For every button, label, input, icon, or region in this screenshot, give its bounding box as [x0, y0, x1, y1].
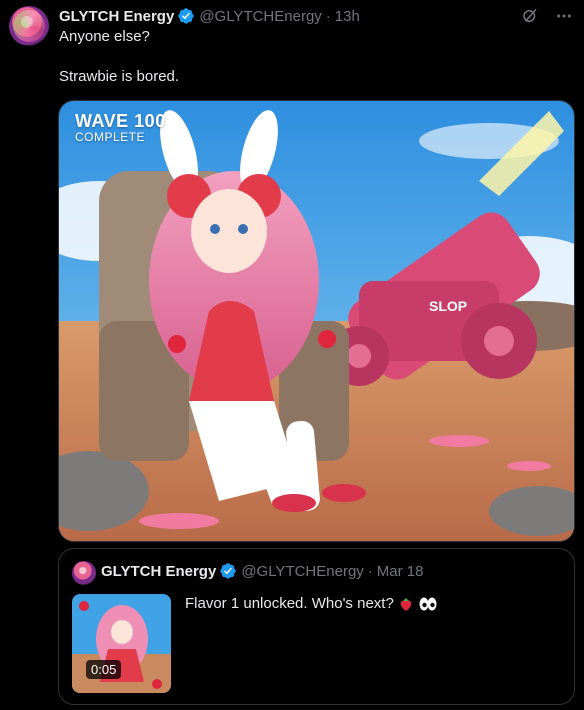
- quoted-text: Flavor 1 unlocked. Who's next?: [185, 595, 394, 612]
- author-handle[interactable]: @GLYTCHEnergy: [199, 8, 321, 25]
- wave-complete-overlay: WAVE 100 COMPLETE: [75, 111, 166, 143]
- tweet-text: Anyone else? Strawbie is bored.: [59, 27, 559, 87]
- wave-subtitle: COMPLETE: [75, 130, 146, 144]
- strawberry-emoji: [398, 596, 414, 612]
- quoted-author-handle: @GLYTCHEnergy: [241, 562, 364, 580]
- verified-badge-icon: [220, 563, 237, 579]
- author-name[interactable]: GLYTCH Energy: [59, 8, 174, 25]
- eyes-emoji: [418, 596, 438, 612]
- separator-dot: ·: [325, 7, 331, 25]
- tweet-timestamp[interactable]: 13h: [335, 8, 360, 25]
- quoted-date: Mar 18: [376, 562, 424, 580]
- cannon-label: SLOP: [429, 298, 467, 314]
- quoted-author-name: GLYTCH Energy: [101, 562, 217, 580]
- quoted-author-avatar: [72, 561, 96, 585]
- separator-dot: ·: [367, 562, 373, 580]
- more-icon[interactable]: [554, 6, 574, 26]
- grok-icon[interactable]: [520, 6, 540, 26]
- verified-badge-icon: [178, 8, 195, 24]
- media-illustration: SLOP: [59, 101, 574, 541]
- tweet-text-line-1: Anyone else?: [59, 28, 150, 45]
- video-duration: 0:05: [86, 660, 122, 679]
- quoted-tweet-text: Flavor 1 unlocked. Who's next?: [185, 594, 438, 614]
- tweet-text-line-2: Strawbie is bored.: [59, 68, 180, 85]
- wave-title: WAVE 100: [75, 111, 166, 131]
- author-avatar[interactable]: [9, 6, 49, 46]
- tweet-header: GLYTCH Energy @GLYTCHEnergy · 13h: [59, 6, 360, 26]
- quoted-tweet[interactable]: GLYTCH Energy @GLYTCHEnergy · Mar 18 0:0…: [58, 548, 575, 705]
- tweet-media-image[interactable]: SLOP WAVE 100 COMPLETE: [58, 100, 575, 542]
- quoted-tweet-header: GLYTCH Energy @GLYTCHEnergy · Mar 18: [101, 562, 423, 580]
